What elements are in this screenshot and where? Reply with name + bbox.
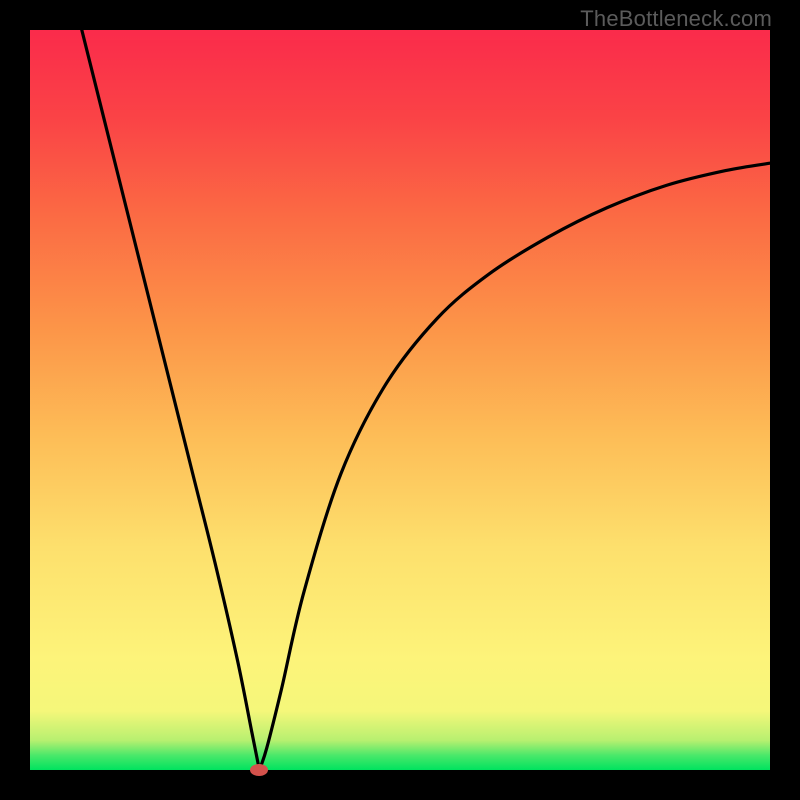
watermark-text: TheBottleneck.com: [580, 6, 772, 32]
chart-frame: TheBottleneck.com: [0, 0, 800, 800]
plot-area: [30, 30, 770, 770]
optimum-marker: [250, 764, 268, 776]
bottleneck-curve: [30, 30, 770, 770]
